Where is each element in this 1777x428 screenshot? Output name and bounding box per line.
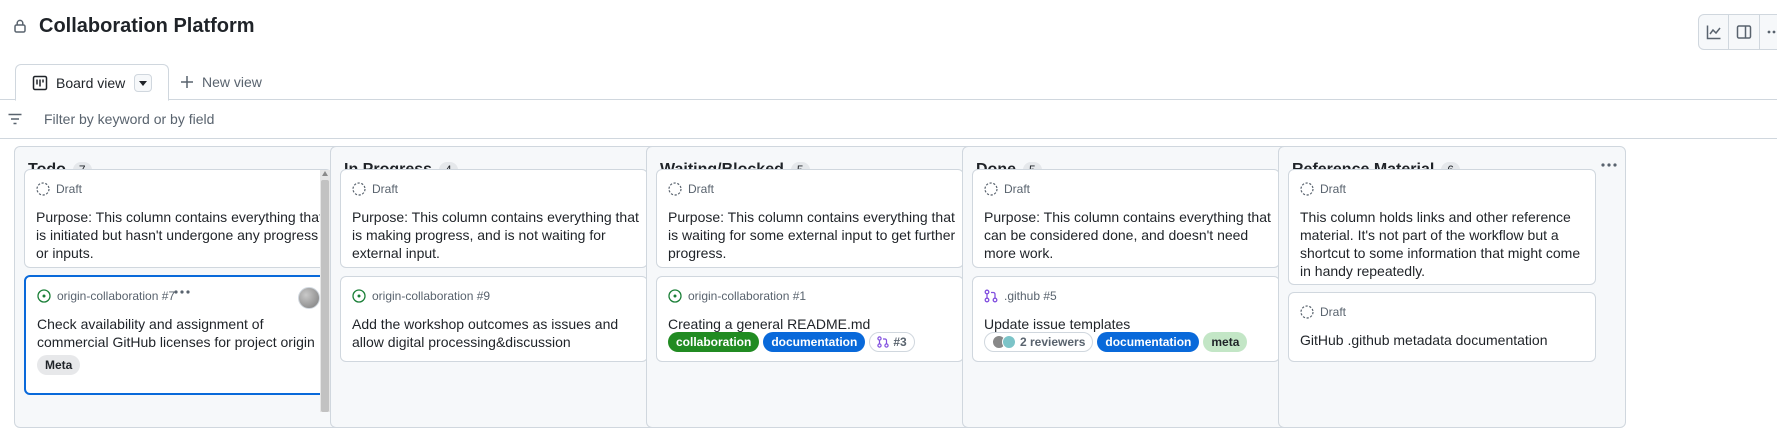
- column-in-progress: In Progress 4 Draft Purpose: This column…: [330, 146, 678, 428]
- filter-input[interactable]: Filter by keyword or by field: [44, 111, 214, 127]
- card-title: Purpose: This column contains everything…: [984, 209, 1271, 261]
- draft-icon: [984, 182, 998, 196]
- tab-board-view[interactable]: Board view: [15, 64, 169, 101]
- card-title[interactable]: Creating a general README.md: [668, 315, 958, 333]
- plus-icon: [180, 75, 194, 89]
- card-title: Purpose: This column contains everything…: [668, 209, 956, 261]
- card-draft[interactable]: Draft Purpose: This column contains ever…: [24, 169, 332, 268]
- card-draft[interactable]: Draft GitHub .github metadata documentat…: [1288, 292, 1596, 362]
- card-draft[interactable]: Draft Purpose: This column contains ever…: [340, 169, 648, 268]
- toggle-side-panel-button[interactable]: [1729, 15, 1760, 49]
- more-options-button[interactable]: [1760, 15, 1777, 49]
- assignee-avatar[interactable]: [298, 287, 320, 309]
- card-menu-button[interactable]: [174, 290, 190, 294]
- card-title[interactable]: Update issue templates: [984, 315, 1274, 333]
- card-title[interactable]: Check availability and assignment of com…: [37, 315, 327, 351]
- tab-board-view-label: Board view: [56, 75, 126, 91]
- reviewer-avatar: [1002, 335, 1016, 349]
- card-draft[interactable]: Draft Purpose: This column contains ever…: [972, 169, 1280, 268]
- card-labels: collaboration documentation #3: [668, 332, 915, 352]
- header-toolbar: [1698, 14, 1777, 50]
- column-menu-button[interactable]: [1601, 163, 1617, 167]
- draft-icon: [668, 182, 682, 196]
- label-collaboration[interactable]: collaboration: [668, 332, 760, 352]
- label-documentation[interactable]: documentation: [1097, 332, 1200, 352]
- card-repo-ref[interactable]: origin-collaboration #1: [688, 289, 806, 303]
- card-type-label: Draft: [372, 182, 399, 196]
- card-meta: .github #5: [984, 289, 1057, 303]
- card-title: Purpose: This column contains everything…: [352, 209, 639, 261]
- column-reference-material: Reference Material 6 Draft This column h…: [1278, 146, 1626, 428]
- kebab-horizontal-icon: [1766, 24, 1777, 40]
- reviewer-avatars: [992, 335, 1016, 349]
- filter-bar: Filter by keyword or by field: [0, 100, 1777, 139]
- card-labels: 2 reviewers documentation meta: [984, 332, 1248, 352]
- insights-button[interactable]: [1699, 15, 1730, 49]
- lock-icon: [14, 19, 26, 33]
- git-pull-request-icon: [984, 289, 998, 303]
- card-issue[interactable]: origin-collaboration #9 Add the workshop…: [340, 276, 648, 362]
- graph-icon: [1706, 24, 1722, 40]
- card-type-label: Draft: [56, 182, 83, 196]
- card-issue[interactable]: origin-collaboration #1 Creating a gener…: [656, 276, 964, 362]
- card-meta: Draft: [352, 182, 398, 196]
- card-type-label: Draft: [688, 182, 715, 196]
- issue-opened-icon: [668, 289, 682, 303]
- card-type-label: Draft: [1320, 182, 1347, 196]
- reviewers-count: 2 reviewers: [1020, 335, 1086, 349]
- draft-icon: [352, 182, 366, 196]
- scroll-thumb[interactable]: [321, 180, 329, 412]
- card-meta: origin-collaboration #7: [37, 289, 175, 303]
- card-title: Purpose: This column contains everything…: [36, 209, 323, 261]
- card-meta: origin-collaboration #9: [352, 289, 490, 303]
- issue-opened-icon: [37, 289, 51, 303]
- linked-pr-number: #3: [893, 335, 907, 349]
- issue-opened-icon: [352, 289, 366, 303]
- side-panel-icon: [1736, 24, 1752, 40]
- linked-pull-request[interactable]: #3: [869, 332, 915, 352]
- card-draft[interactable]: Draft This column holds links and other …: [1288, 169, 1596, 285]
- card-meta: Draft: [36, 182, 82, 196]
- card-meta: Draft: [1300, 182, 1346, 196]
- project-board-icon: [32, 75, 48, 91]
- page-title: Collaboration Platform: [39, 15, 255, 37]
- card-labels: Meta: [37, 355, 81, 375]
- card-repo-ref[interactable]: .github #5: [1004, 289, 1057, 303]
- column-done: Done 5 Draft Purpose: This column contai…: [962, 146, 1310, 428]
- card-pull-request[interactable]: .github #5 Update issue templates 2 revi…: [972, 276, 1280, 362]
- card-type-label: Draft: [1320, 305, 1347, 319]
- reviewers-badge[interactable]: 2 reviewers: [984, 332, 1094, 352]
- card-meta: Draft: [984, 182, 1030, 196]
- card-draft[interactable]: Draft Purpose: This column contains ever…: [656, 169, 964, 268]
- column-waiting-blocked: Waiting/Blocked 5 Draft Purpose: This co…: [646, 146, 994, 428]
- card-repo-ref[interactable]: origin-collaboration #9: [372, 289, 490, 303]
- new-view-button[interactable]: New view: [180, 74, 262, 90]
- view-tabs: Board view New view: [0, 64, 1777, 101]
- new-view-label: New view: [202, 74, 262, 90]
- draft-icon: [1300, 305, 1314, 319]
- card-issue[interactable]: origin-collaboration #7 Check availabili…: [24, 275, 332, 395]
- card-title[interactable]: Add the workshop outcomes as issues and …: [352, 315, 642, 351]
- card-type-label: Draft: [1004, 182, 1031, 196]
- label-meta[interactable]: meta: [1203, 332, 1248, 352]
- card-title: This column holds links and other refere…: [1300, 209, 1581, 279]
- card-meta: Draft: [668, 182, 714, 196]
- draft-icon: [36, 182, 50, 196]
- card-title: GitHub .github metadata documentation: [1300, 332, 1548, 348]
- filter-icon: [8, 113, 22, 125]
- scroll-up-icon[interactable]: [322, 171, 328, 176]
- column-todo: Todo 7 Draft Purpose: This column contai…: [14, 146, 362, 428]
- label-meta[interactable]: Meta: [37, 355, 81, 375]
- view-options-button[interactable]: [134, 74, 152, 92]
- label-documentation[interactable]: documentation: [763, 332, 866, 352]
- card-repo-ref[interactable]: origin-collaboration #7: [57, 289, 175, 303]
- triangle-down-icon: [139, 80, 147, 86]
- card-meta: origin-collaboration #1: [668, 289, 806, 303]
- column-scrollbar[interactable]: [320, 170, 330, 412]
- project-header: Collaboration Platform: [0, 0, 1777, 58]
- git-pull-request-icon: [877, 336, 890, 348]
- card-meta: Draft: [1300, 305, 1346, 319]
- draft-icon: [1300, 182, 1314, 196]
